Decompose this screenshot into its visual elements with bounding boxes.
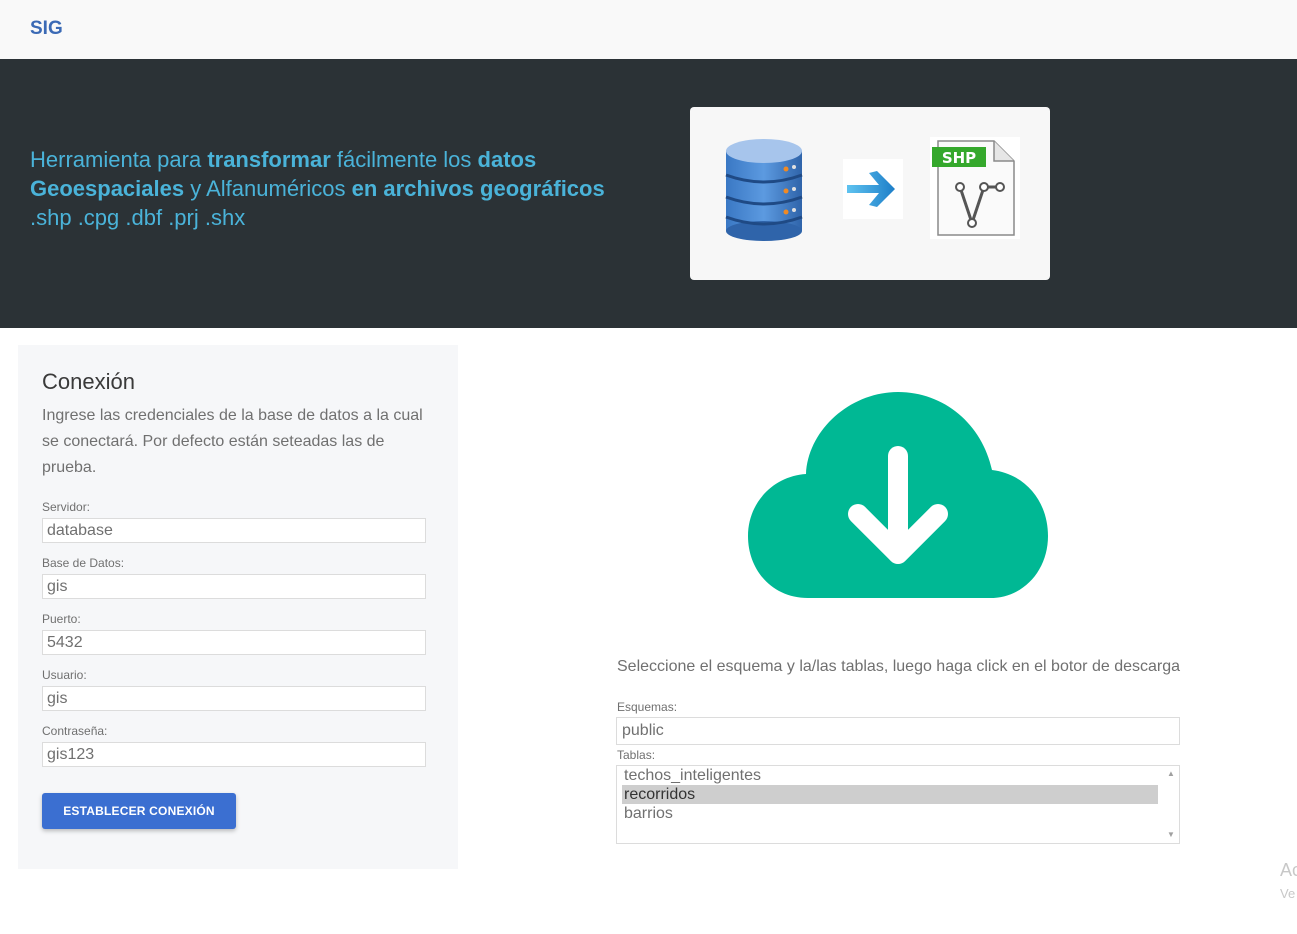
hero-text-part: Herramienta para <box>30 147 208 172</box>
tables-listbox[interactable]: techos_inteligentes recorridos barrios ▲… <box>616 765 1180 844</box>
scroll-up-icon[interactable]: ▲ <box>1167 770 1175 778</box>
table-option[interactable]: barrios <box>622 804 1158 823</box>
table-option[interactable]: techos_inteligentes <box>622 766 1158 785</box>
arrow-right-icon <box>843 159 903 219</box>
port-input[interactable]: 5432 <box>42 630 426 655</box>
hero-text-part: y Alfanuméricos <box>184 176 352 201</box>
connect-button[interactable]: ESTABLECER CONEXIÓN <box>42 793 236 829</box>
password-label: Contraseña: <box>42 724 108 738</box>
database-icon <box>725 139 803 241</box>
hero-text-bold: transformar <box>207 147 331 172</box>
hero-text-bold: en archivos geográficos <box>351 176 605 201</box>
server-label: Servidor: <box>42 500 91 514</box>
hero-text: Herramienta para transformar fácilmente … <box>30 145 680 232</box>
table-option-selected[interactable]: recorridos <box>622 785 1158 804</box>
hero-text-part: fácilmente los <box>330 147 478 172</box>
password-input[interactable]: gis123 <box>42 742 426 767</box>
shp-file-icon: SHP <box>930 137 1020 239</box>
scroll-down-icon[interactable]: ▼ <box>1167 831 1175 839</box>
download-instructions: Seleccione el esquema y la/las tablas, l… <box>617 658 1181 675</box>
port-label: Puerto: <box>42 612 81 626</box>
connection-panel: Conexión Ingrese las credenciales de la … <box>18 345 458 869</box>
schemas-label: Esquemas: <box>617 700 678 714</box>
tables-scrollbar[interactable]: ▲ ▼ <box>1163 766 1179 843</box>
hero-extensions: .shp .cpg .dbf .prj .shx <box>30 205 246 230</box>
navbar: SIG <box>0 0 1297 59</box>
database-label: Base de Datos: <box>42 556 125 570</box>
shp-badge: SHP <box>942 149 976 167</box>
connection-title: Conexión <box>42 369 135 394</box>
server-input[interactable]: database <box>42 518 426 543</box>
hero-text-bold: datos <box>477 147 537 172</box>
user-label: Usuario: <box>42 668 87 682</box>
connection-description: Ingrese las credenciales de la base de d… <box>42 407 423 476</box>
cloud-download-button[interactable] <box>746 390 1050 600</box>
windows-activation-subtext: Ve a Configuración para activar Windows. <box>1280 886 1297 901</box>
user-input[interactable]: gis <box>42 686 426 711</box>
windows-activation-watermark: Activar Windows <box>1280 860 1297 880</box>
hero-illustration-card: SHP <box>690 107 1050 280</box>
database-input[interactable]: gis <box>42 574 426 599</box>
hero-banner: Herramienta para transformar fácilmente … <box>0 59 1297 328</box>
cloud-download-icon <box>748 392 1048 598</box>
tables-label: Tablas: <box>617 748 656 762</box>
hero-text-bold: Geoespaciales <box>30 176 185 201</box>
schema-select[interactable]: public <box>616 717 1180 745</box>
brand-logo[interactable]: SIG <box>30 18 63 40</box>
